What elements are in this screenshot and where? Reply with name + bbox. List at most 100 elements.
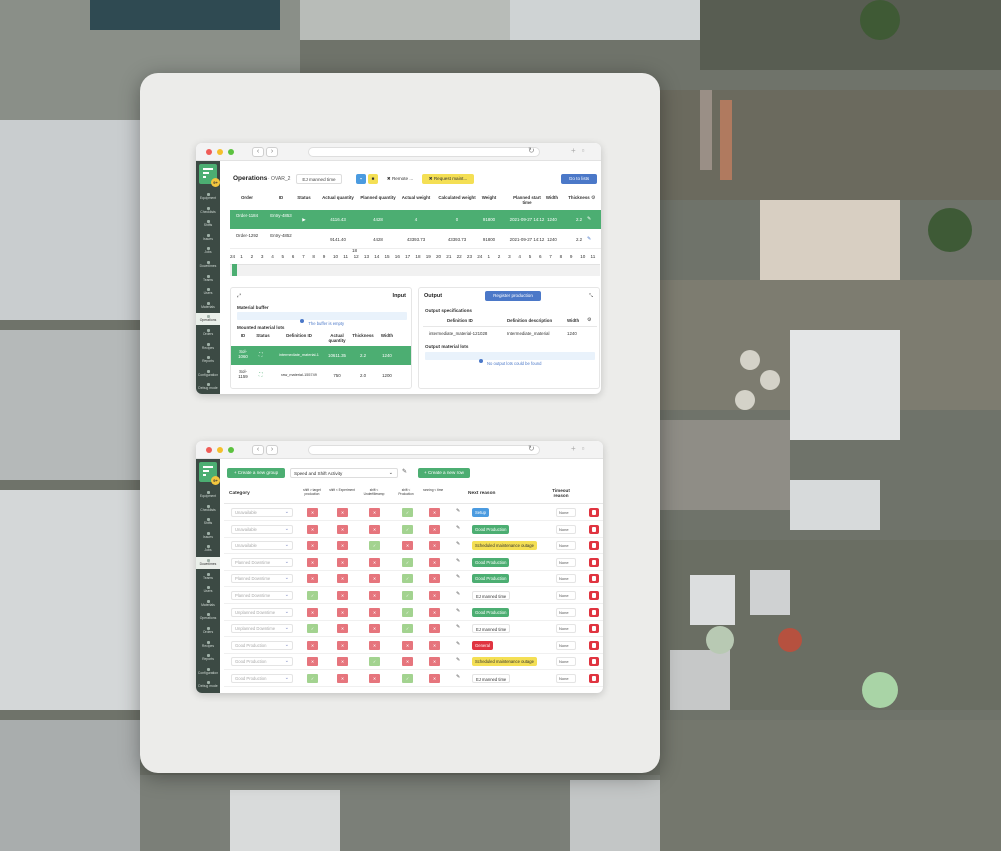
condition-toggle[interactable]: ✓ bbox=[402, 624, 413, 634]
close-dot-icon[interactable] bbox=[206, 149, 212, 155]
condition-toggle[interactable]: ✕ bbox=[429, 557, 440, 567]
remote-button[interactable]: ✖ Remote ... bbox=[382, 174, 418, 184]
condition-toggle[interactable]: ✓ bbox=[307, 591, 318, 600]
sidebar-item-checklists[interactable]: Checklists bbox=[196, 503, 220, 515]
condition-toggle[interactable]: ✕ bbox=[429, 674, 440, 683]
table-row[interactable]: Unavailable ✕ ✕ ✕ ✓ ✕ ✎ Setup None bbox=[224, 505, 603, 521]
delete-icon[interactable] bbox=[589, 640, 599, 650]
condition-toggle[interactable]: ✕ bbox=[307, 657, 318, 667]
condition-toggle[interactable]: ✓ bbox=[307, 674, 318, 683]
next-reason-badge[interactable]: Good Production bbox=[472, 524, 510, 534]
gear-icon[interactable]: ⚙ bbox=[591, 195, 595, 201]
sidebar-item-recipes[interactable]: Recipes bbox=[196, 341, 220, 353]
table-row[interactable]: Good Production ✓ ✕ ✕ ✓ ✕ ✎ EJ manned time None bbox=[224, 671, 603, 687]
sidebar-item-users[interactable]: Users bbox=[196, 286, 220, 298]
condition-toggle[interactable]: ✓ bbox=[402, 591, 413, 600]
condition-toggle[interactable]: ✕ bbox=[337, 508, 348, 517]
table-row[interactable]: Unplanned Downtime ✓ ✕ ✕ ✓ ✕ ✎ EJ manned time No… bbox=[224, 621, 603, 638]
category-select[interactable]: Good Production bbox=[231, 640, 293, 650]
condition-toggle[interactable]: ✕ bbox=[402, 541, 413, 551]
condition-toggle[interactable]: ✓ bbox=[307, 624, 318, 634]
sidebar-item-materials[interactable]: Materials bbox=[196, 598, 220, 610]
delete-icon[interactable] bbox=[589, 591, 599, 600]
condition-toggle[interactable]: ✓ bbox=[402, 557, 413, 567]
next-reason-badge[interactable]: Good Production bbox=[472, 607, 510, 617]
tab-actions-icon[interactable]: +▫ bbox=[571, 146, 591, 155]
condition-toggle[interactable]: ✕ bbox=[337, 657, 348, 667]
sidebar-item-orders[interactable]: Orders bbox=[196, 625, 220, 637]
sidebar-item-jobs[interactable]: Jobs bbox=[196, 543, 220, 555]
sidebar-item-downtimes[interactable]: Downtimes bbox=[196, 557, 220, 569]
condition-toggle[interactable]: ✕ bbox=[429, 624, 440, 634]
table-row[interactable]: Planned Downtime ✕ ✕ ✕ ✓ ✕ ✎ Good Production Non… bbox=[224, 555, 603, 571]
sidebar-item-materials[interactable]: Materials bbox=[196, 300, 220, 312]
condition-toggle[interactable]: ✕ bbox=[307, 607, 318, 617]
category-select[interactable]: Unavailable bbox=[231, 524, 293, 534]
condition-toggle[interactable]: ✕ bbox=[402, 657, 413, 667]
tab-actions-icon[interactable]: +▫ bbox=[571, 444, 591, 453]
timeout-reason-select[interactable]: None bbox=[556, 640, 576, 650]
table-row[interactable]: Good Production ✕ ✕ ✕ ✕ ✕ ✎ General None bbox=[224, 638, 603, 654]
edit-icon[interactable]: ✎ bbox=[456, 574, 460, 580]
next-reason-badge[interactable]: Scheduled maintenance outage bbox=[472, 657, 537, 667]
minimize-dot-icon[interactable] bbox=[217, 149, 223, 155]
timeout-reason-select[interactable]: None bbox=[556, 657, 576, 667]
condition-toggle[interactable]: ✕ bbox=[429, 640, 440, 650]
delete-icon[interactable] bbox=[589, 607, 599, 617]
timeout-reason-select[interactable]: None bbox=[556, 508, 576, 517]
condition-toggle[interactable]: ✕ bbox=[369, 524, 380, 534]
next-reason-badge[interactable]: General bbox=[472, 640, 493, 650]
category-select[interactable]: Unavailable bbox=[231, 508, 293, 517]
delete-icon[interactable] bbox=[589, 508, 599, 517]
table-row[interactable]: Unavailable ✕ ✕ ✕ ✓ ✕ ✎ Good Production None bbox=[224, 522, 603, 538]
category-select[interactable]: Unplanned Downtime bbox=[231, 624, 293, 634]
edit-icon[interactable]: ✎ bbox=[456, 624, 460, 630]
condition-toggle[interactable]: ✕ bbox=[369, 591, 380, 600]
sidebar-item-configuration[interactable]: Configuration bbox=[196, 368, 220, 380]
category-select[interactable]: Good Production bbox=[231, 674, 293, 683]
address-bar[interactable] bbox=[308, 147, 540, 157]
category-select[interactable]: Planned Downtime bbox=[231, 591, 293, 600]
category-select[interactable]: Unplanned Downtime bbox=[231, 607, 293, 617]
next-reason-badge[interactable]: Setup bbox=[472, 508, 489, 517]
table-row[interactable]: Good Production ✕ ✕ ✓ ✕ ✕ ✎ Scheduled maintenan… bbox=[224, 654, 603, 671]
condition-toggle[interactable]: ✕ bbox=[369, 574, 380, 584]
create-row-button[interactable]: + Create a new row bbox=[418, 468, 470, 478]
condition-toggle[interactable]: ✕ bbox=[307, 541, 318, 551]
chevron-right-icon[interactable]: › bbox=[266, 147, 278, 157]
chevron-left-icon[interactable]: ‹ bbox=[252, 445, 264, 455]
user-avatar[interactable]: 9+ bbox=[211, 476, 220, 485]
chevron-left-icon[interactable]: ‹ bbox=[252, 147, 264, 157]
maximize-dot-icon[interactable] bbox=[228, 447, 234, 453]
condition-toggle[interactable]: ✓ bbox=[402, 524, 413, 534]
condition-toggle[interactable]: ✕ bbox=[369, 607, 380, 617]
next-reason-badge[interactable]: Good Production bbox=[472, 574, 510, 584]
table-row[interactable]: Sol-1060 intermediate_material-11071b 1061… bbox=[231, 346, 411, 365]
reload-icon[interactable]: ↻ bbox=[528, 444, 535, 453]
collapse-icon[interactable]: ⤡ bbox=[589, 293, 593, 299]
condition-toggle[interactable]: ✓ bbox=[402, 607, 413, 617]
edit-icon[interactable]: ✎ bbox=[456, 508, 460, 514]
category-select[interactable]: Unavailable bbox=[231, 541, 293, 551]
condition-toggle[interactable]: ✕ bbox=[429, 508, 440, 517]
condition-toggle[interactable]: ✕ bbox=[369, 557, 380, 567]
delete-icon[interactable] bbox=[589, 657, 599, 667]
group-select[interactable]: Speed and Shift Activity ⌄ bbox=[290, 468, 398, 478]
edit-icon[interactable]: ✎ bbox=[456, 541, 460, 547]
edit-icon[interactable]: ✎ bbox=[456, 641, 460, 647]
address-bar[interactable] bbox=[308, 445, 540, 455]
table-row[interactable]: Planned Downtime ✓ ✕ ✕ ✓ ✕ ✎ EJ manned time None bbox=[224, 588, 603, 604]
condition-toggle[interactable]: ✕ bbox=[369, 640, 380, 650]
condition-toggle[interactable]: ✓ bbox=[402, 508, 413, 517]
sidebar-item-shifts[interactable]: Shifts bbox=[196, 218, 220, 230]
create-group-button[interactable]: + Create a new group bbox=[227, 468, 285, 478]
sidebar-item-debug-mode[interactable]: Debug mode bbox=[196, 679, 220, 691]
next-reason-badge[interactable]: Good Production bbox=[472, 557, 510, 567]
condition-toggle[interactable]: ✕ bbox=[337, 591, 348, 600]
edit-icon[interactable]: ✎ bbox=[456, 591, 460, 597]
condition-toggle[interactable]: ✓ bbox=[369, 657, 380, 667]
go-to-lists-button[interactable]: Go to lists bbox=[561, 174, 597, 184]
sidebar-item-orders[interactable]: Orders bbox=[196, 327, 220, 339]
gear-icon[interactable]: ⚙ bbox=[587, 317, 591, 323]
condition-toggle[interactable]: ✕ bbox=[429, 541, 440, 551]
